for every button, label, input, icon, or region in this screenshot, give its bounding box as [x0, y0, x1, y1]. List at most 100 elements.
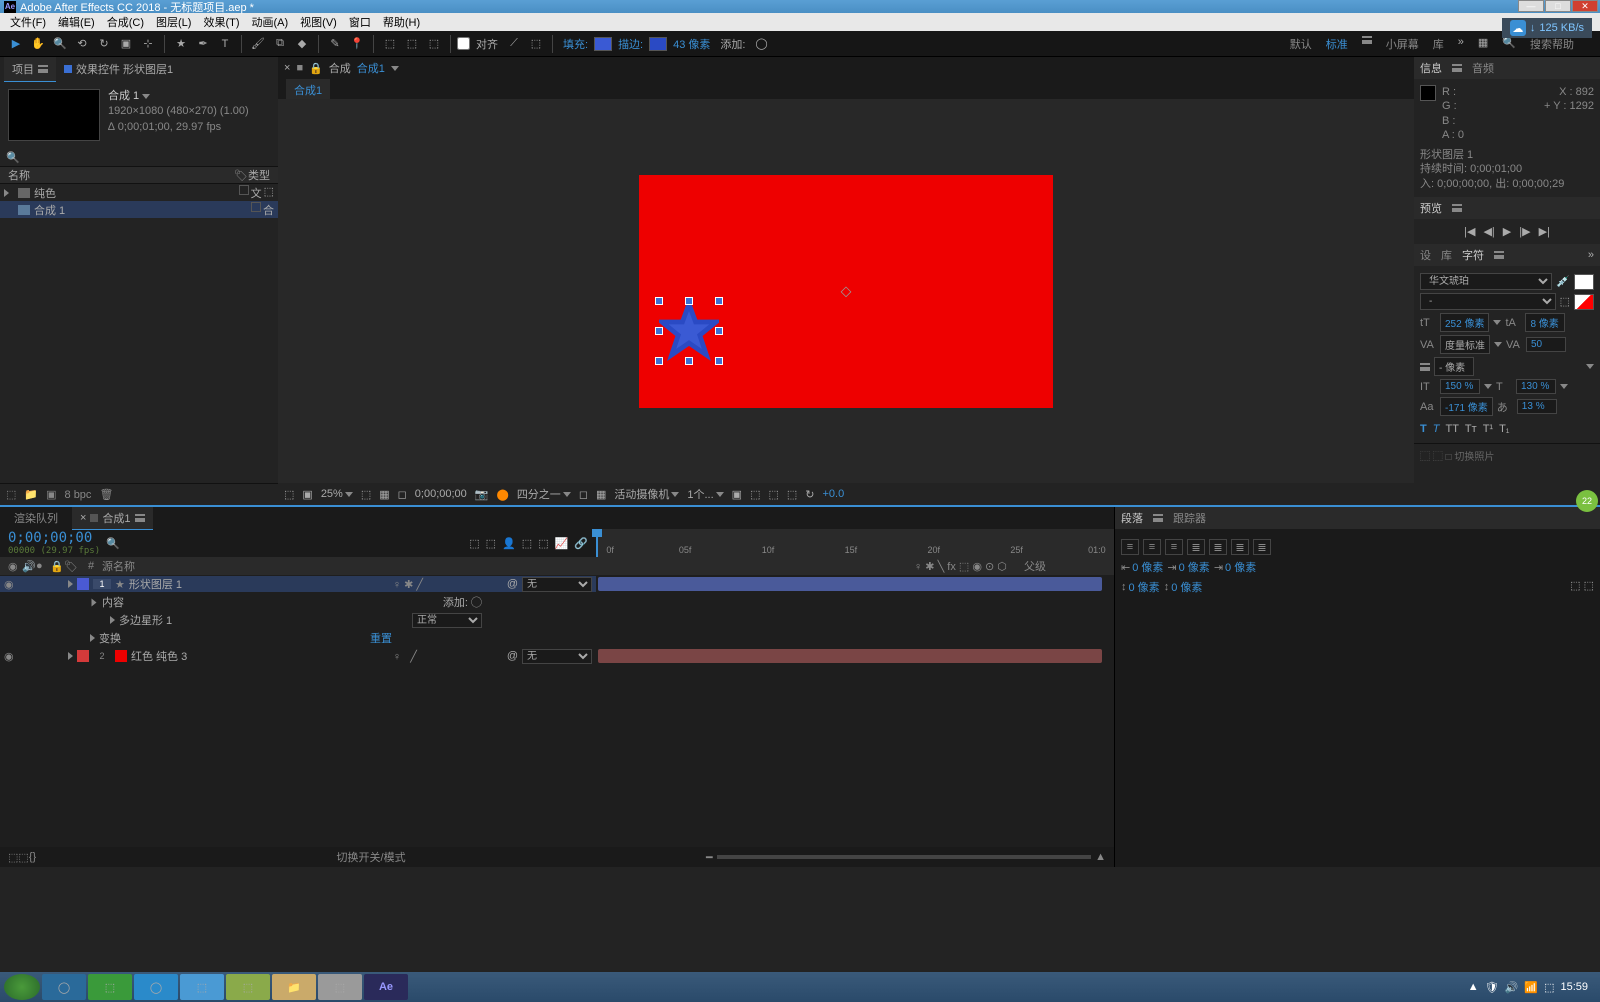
timeline-icon[interactable]: ⬚	[768, 488, 778, 501]
allcaps-button[interactable]: TT	[1445, 423, 1458, 435]
bold-button[interactable]: T	[1420, 423, 1427, 435]
full-res-icon[interactable]: ⬚	[361, 488, 371, 501]
composition-viewport[interactable]: ◇	[278, 99, 1414, 483]
polystar-row[interactable]: 多边星形 1 正常	[0, 611, 1114, 629]
space-before-value[interactable]: 0 像素	[1129, 579, 1160, 595]
menu-edit[interactable]: 编辑(E)	[52, 14, 101, 30]
workspace-grid-icon[interactable]: ▦	[1478, 36, 1488, 52]
preview-tab[interactable]: 预览	[1420, 200, 1442, 216]
notification-badge[interactable]: 22	[1576, 490, 1598, 512]
stroke-color-swatch[interactable]	[649, 37, 667, 51]
layer-row-2[interactable]: ◉ 2 红色 纯色 3 ♀ ╱ @ 无	[0, 647, 1114, 665]
visibility-toggle-2[interactable]: ◉	[4, 650, 18, 663]
taskbar-app-7[interactable]: ⬚	[318, 974, 362, 1000]
start-button[interactable]	[4, 974, 40, 1000]
viewer-lock-icon[interactable]: ×	[284, 62, 290, 74]
audio-column-icon[interactable]: 🔊	[18, 560, 32, 573]
visibility-toggle[interactable]: ◉	[4, 578, 18, 591]
text-tool[interactable]: T	[215, 34, 235, 54]
tracker-tab[interactable]: 跟踪器	[1173, 510, 1206, 526]
col-name-header[interactable]: 名称	[8, 167, 234, 183]
kerning-value[interactable]: 度量标准	[1440, 335, 1490, 354]
project-item-comp[interactable]: 合成 1 合	[0, 201, 278, 218]
snap-opt1-icon[interactable]: ⟋	[504, 34, 524, 54]
layer-duration-bar[interactable]	[598, 577, 1102, 591]
composition-canvas[interactable]: ◇	[639, 175, 1053, 408]
snap-opt2-icon[interactable]: ⬚	[526, 34, 546, 54]
parent-column[interactable]: 父级	[1020, 558, 1110, 574]
zoom-level[interactable]: 25%	[321, 488, 353, 500]
graph-editor-icon[interactable]: 📈	[555, 537, 569, 550]
minimize-button[interactable]: —	[1518, 0, 1544, 12]
indent-first-value[interactable]: 0 像素	[1179, 559, 1210, 575]
playhead[interactable]	[596, 529, 598, 557]
orbit-tool[interactable]: ⟲	[72, 34, 92, 54]
bpc-button[interactable]: 8 bpc	[65, 489, 92, 501]
flowchart-icon[interactable]: ⬚	[787, 488, 797, 501]
viewer-lock2-icon[interactable]: 🔒	[309, 62, 323, 75]
reset-exposure-icon[interactable]: ↻	[805, 488, 814, 501]
anchor-tool[interactable]: ⊹	[138, 34, 158, 54]
taskbar-app-6[interactable]: 📁	[272, 974, 316, 1000]
workspace-standard[interactable]: 标准	[1326, 36, 1348, 52]
justify-right-button[interactable]: ≣	[1231, 539, 1249, 555]
audio-tab[interactable]: 音频	[1472, 60, 1494, 76]
tray-icon-4[interactable]: 📶	[1524, 981, 1538, 994]
indent-right-value[interactable]: 0 像素	[1225, 559, 1256, 575]
rotate-tool[interactable]: ↻	[94, 34, 114, 54]
character-tab[interactable]: 字符	[1462, 247, 1484, 263]
justify-left-button[interactable]: ≣	[1187, 539, 1205, 555]
source-name-column[interactable]: 源名称	[98, 558, 910, 574]
layer-duration-bar-2[interactable]	[598, 649, 1102, 663]
timeline-comp-tab[interactable]: × 合成1	[72, 507, 153, 530]
workspace-overflow[interactable]: »	[1458, 36, 1464, 52]
taskbar-app-5[interactable]: ⬚	[226, 974, 270, 1000]
layer-contents-row[interactable]: 内容 添加: ◯	[0, 593, 1114, 611]
menu-file[interactable]: 文件(F)	[4, 14, 52, 30]
resolution-dropdown[interactable]: 四分之一	[517, 486, 571, 502]
network-speed-indicator[interactable]: ☁ ↓ 125 KB/s	[1502, 18, 1592, 38]
layer-name-2[interactable]: 红色 纯色 3	[131, 648, 389, 664]
effect-controls-tab[interactable]: 效果控件 形状图层1	[56, 57, 181, 81]
library-tab[interactable]: 库	[1441, 247, 1452, 263]
zoom-in-icon[interactable]: ▲	[1095, 851, 1106, 863]
parent-dropdown-2[interactable]: 无	[522, 649, 592, 664]
toggle-switches-icon[interactable]: ⬚	[8, 851, 18, 864]
smallcaps-button[interactable]: Tт	[1465, 423, 1477, 435]
timeline-ruler[interactable]: 0f 05f 10f 15f 20f 25f 01:0	[596, 529, 1114, 557]
current-time[interactable]: 0;00;00;00	[415, 488, 467, 500]
layer-controls-icon[interactable]: ▣	[302, 488, 312, 501]
star-shape-layer[interactable]	[659, 301, 719, 361]
camera-dropdown[interactable]: 活动摄像机	[614, 486, 679, 502]
pickwhip-icon-2[interactable]: @	[507, 650, 518, 662]
taskbar-ae[interactable]: Ae	[364, 974, 408, 1000]
design-tab[interactable]: 设	[1420, 247, 1431, 263]
snap-checkbox[interactable]	[457, 37, 470, 50]
tracking-value[interactable]: 50	[1526, 337, 1566, 352]
pixel-aspect-icon[interactable]: ▣	[732, 488, 742, 501]
maximize-button[interactable]: □	[1545, 0, 1571, 12]
baseline-value[interactable]: -171 像素	[1440, 397, 1493, 416]
menu-help[interactable]: 帮助(H)	[377, 14, 426, 30]
fill-color-picker[interactable]	[1574, 274, 1594, 290]
draft3d-icon[interactable]: ⬚	[486, 537, 496, 550]
label-column-icon[interactable]: 🏷	[60, 560, 84, 573]
menu-window[interactable]: 窗口	[343, 14, 377, 30]
taskbar-app-2[interactable]: ⬚	[88, 974, 132, 1000]
new-comp-icon[interactable]: ▣	[46, 488, 56, 501]
fill-color-swatch[interactable]	[594, 37, 612, 51]
tray-icon-3[interactable]: 🔊	[1505, 981, 1519, 994]
font-size-value[interactable]: 252 像素	[1440, 313, 1489, 332]
eye-column-icon[interactable]: ◉	[4, 560, 18, 573]
workspace-menu-icon[interactable]	[1362, 36, 1372, 44]
space-after-value[interactable]: 0 像素	[1171, 579, 1202, 595]
stroke-units[interactable]: - 像素	[1434, 357, 1474, 376]
layer-color-chip-2[interactable]	[77, 650, 89, 662]
zoom-out-icon[interactable]: ━	[706, 851, 713, 864]
swap-colors-icon[interactable]: ⬚	[1560, 295, 1570, 308]
leading-value[interactable]: 8 像素	[1525, 313, 1565, 332]
brush-tool[interactable]: 🖌	[248, 34, 268, 54]
align-left-button[interactable]: ≡	[1121, 539, 1139, 555]
align-right-button[interactable]: ≡	[1165, 539, 1183, 555]
workspace-library[interactable]: 库	[1433, 36, 1444, 52]
